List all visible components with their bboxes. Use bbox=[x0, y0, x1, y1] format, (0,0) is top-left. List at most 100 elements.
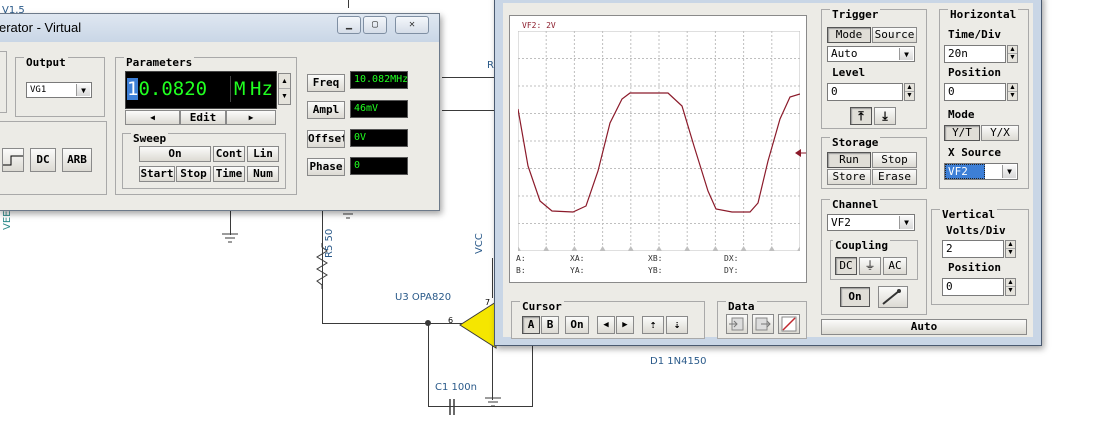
timediv-label: Time/Div bbox=[948, 28, 1001, 41]
h-mode-label: Mode bbox=[948, 108, 975, 121]
edit-right-button[interactable]: ▶ bbox=[226, 110, 276, 125]
spin-down-icon[interactable]: ▼ bbox=[1006, 249, 1015, 257]
coupling-gnd-button[interactable]: ⏚ bbox=[859, 257, 881, 275]
sweep-stop-button[interactable]: Stop bbox=[176, 166, 211, 182]
falling-edge-button[interactable]: ⤓ bbox=[874, 107, 896, 125]
edit-button[interactable]: Edit bbox=[180, 110, 226, 125]
cursor-on-button[interactable]: On bbox=[565, 316, 589, 334]
arb-button[interactable]: ARB bbox=[62, 148, 92, 172]
cursor-left-icon[interactable]: ◀ bbox=[597, 316, 615, 334]
rising-edge-button[interactable]: ⤒ bbox=[850, 107, 872, 125]
phase-value[interactable]: 0 bbox=[350, 157, 408, 175]
coupling-dc-button[interactable]: DC bbox=[835, 257, 857, 275]
close-icon[interactable]: ✕ bbox=[395, 16, 429, 34]
chevron-down-icon: ▼ bbox=[76, 84, 90, 96]
xsource-value: VF2 bbox=[945, 164, 985, 179]
mode-yt-button[interactable]: Y/T bbox=[944, 125, 980, 141]
square-wave-button[interactable] bbox=[2, 148, 24, 172]
timediv-input[interactable]: 20n bbox=[944, 45, 1006, 63]
ampl-button[interactable]: Ampl bbox=[307, 101, 345, 119]
channel-on-button[interactable]: On bbox=[840, 287, 870, 307]
sweep-start-button[interactable]: Start bbox=[139, 166, 175, 182]
trigger-source-button[interactable]: Source bbox=[872, 27, 917, 43]
spin-down-icon[interactable]: ▼ bbox=[1008, 92, 1017, 100]
cursor-right-icon[interactable]: ▶ bbox=[616, 316, 634, 334]
channel-select[interactable]: VF2 ▼ bbox=[827, 214, 915, 231]
storage-erase-button[interactable]: Erase bbox=[872, 169, 917, 185]
chevron-down-icon: ▼ bbox=[899, 48, 913, 60]
storage-group-title: Storage bbox=[830, 136, 881, 149]
spin-down-icon[interactable]: ▼ bbox=[279, 89, 290, 104]
storage-run-button[interactable]: Run bbox=[827, 152, 871, 168]
spin-down-icon[interactable]: ▼ bbox=[905, 92, 914, 100]
graph-icon[interactable] bbox=[778, 314, 800, 334]
cursor-b-button[interactable]: B bbox=[541, 316, 559, 334]
sweep-on-button[interactable]: On bbox=[139, 146, 211, 162]
edit-left-button[interactable]: ◀ bbox=[125, 110, 180, 125]
oscilloscope-window[interactable]: VF2: 2V A: B: XA: YA: XB: YB: DX: DY: Cu… bbox=[494, 0, 1042, 346]
ampl-value[interactable]: 46mV bbox=[350, 100, 408, 118]
spin-up-icon[interactable]: ▲ bbox=[905, 84, 914, 92]
parameter-display[interactable]: 10.0820 M Hz bbox=[125, 71, 277, 109]
wire bbox=[442, 77, 494, 78]
freq-value[interactable]: 10.082MHz bbox=[350, 71, 408, 89]
sweep-time-button[interactable]: Time bbox=[213, 166, 245, 182]
freq-button[interactable]: Freq bbox=[307, 74, 345, 92]
offset-value[interactable]: 0V bbox=[350, 129, 408, 147]
spin-down-icon[interactable]: ▼ bbox=[1006, 287, 1015, 295]
trigger-level-spinner[interactable]: ▲ ▼ bbox=[904, 83, 915, 101]
import-icon[interactable] bbox=[726, 314, 748, 334]
export-icon-glyph bbox=[755, 317, 771, 331]
timediv-spinner[interactable]: ▲ ▼ bbox=[1007, 45, 1018, 63]
scope-client: VF2: 2V A: B: XA: YA: XB: YB: DX: DY: Cu… bbox=[503, 3, 1033, 339]
storage-stop-button[interactable]: Stop bbox=[872, 152, 917, 168]
readout-ya: YA: bbox=[570, 266, 585, 275]
trigger-mode-select[interactable]: Auto ▼ bbox=[827, 46, 915, 62]
offset-button[interactable]: Offset bbox=[307, 130, 345, 148]
cursor-down-icon[interactable]: ⇣ bbox=[666, 316, 688, 334]
vertical-group: Vertical Volts/Div 2 ▲ ▼ Position 0 ▲ ▼ bbox=[931, 208, 1029, 305]
maximize-icon[interactable]: ▢ bbox=[363, 16, 387, 34]
spin-down-icon[interactable]: ▼ bbox=[1008, 54, 1017, 62]
cursor-a-button[interactable]: A bbox=[522, 316, 540, 334]
function-generator-window[interactable]: erator - Virtual ▁ ▢ ✕ Output VG1 ▼ DC A… bbox=[0, 13, 440, 211]
data-group-title: Data bbox=[726, 300, 757, 313]
storage-group: Storage Run Stop Store Erase bbox=[821, 136, 927, 189]
h-position-spinner[interactable]: ▲ ▼ bbox=[1007, 83, 1018, 101]
sweep-cont-button[interactable]: Cont bbox=[213, 146, 245, 162]
cursor-up-icon[interactable]: ⇡ bbox=[642, 316, 664, 334]
trigger-level-input[interactable]: 0 bbox=[827, 83, 903, 101]
voltsdiv-spinner[interactable]: ▲ ▼ bbox=[1005, 240, 1016, 258]
scope-screen[interactable]: VF2: 2V A: B: XA: YA: XB: YB: DX: DY: bbox=[509, 15, 807, 283]
spin-up-icon[interactable]: ▲ bbox=[1006, 241, 1015, 249]
wire bbox=[532, 345, 533, 407]
sweep-lin-button[interactable]: Lin bbox=[247, 146, 279, 162]
sweep-num-button[interactable]: Num bbox=[247, 166, 279, 182]
trigger-mode-button[interactable]: Mode bbox=[827, 27, 871, 43]
probe-icon[interactable] bbox=[878, 286, 908, 308]
spin-up-icon[interactable]: ▲ bbox=[1008, 84, 1017, 92]
auto-button[interactable]: Auto bbox=[821, 319, 1027, 335]
export-icon[interactable] bbox=[752, 314, 774, 334]
wire bbox=[322, 323, 432, 324]
xsource-select[interactable]: VF2 ▼ bbox=[944, 163, 1018, 180]
spin-up-icon[interactable]: ▲ bbox=[1006, 279, 1015, 287]
parameter-spinner[interactable]: ▲ ▼ bbox=[278, 73, 291, 105]
spin-up-icon[interactable]: ▲ bbox=[279, 74, 290, 89]
diode-label: D1 1N4150 bbox=[650, 356, 707, 367]
h-position-input[interactable]: 0 bbox=[944, 83, 1006, 101]
v-position-input[interactable]: 0 bbox=[942, 278, 1004, 296]
mode-yx-button[interactable]: Y/X bbox=[981, 125, 1019, 141]
phase-button[interactable]: Phase bbox=[307, 158, 345, 176]
storage-store-button[interactable]: Store bbox=[827, 169, 871, 185]
coupling-ac-button[interactable]: AC bbox=[883, 257, 907, 275]
minimize-icon[interactable]: ▁ bbox=[337, 16, 361, 34]
spin-up-icon[interactable]: ▲ bbox=[1008, 46, 1017, 54]
output-select[interactable]: VG1 ▼ bbox=[26, 82, 92, 98]
dc-button[interactable]: DC bbox=[30, 148, 56, 172]
fgen-titlebar[interactable]: erator - Virtual ▁ ▢ ✕ bbox=[0, 14, 439, 42]
v-position-spinner[interactable]: ▲ ▼ bbox=[1005, 278, 1016, 296]
probe-icon-glyph bbox=[882, 289, 901, 305]
grid-tick bbox=[599, 246, 606, 251]
voltsdiv-input[interactable]: 2 bbox=[942, 240, 1004, 258]
